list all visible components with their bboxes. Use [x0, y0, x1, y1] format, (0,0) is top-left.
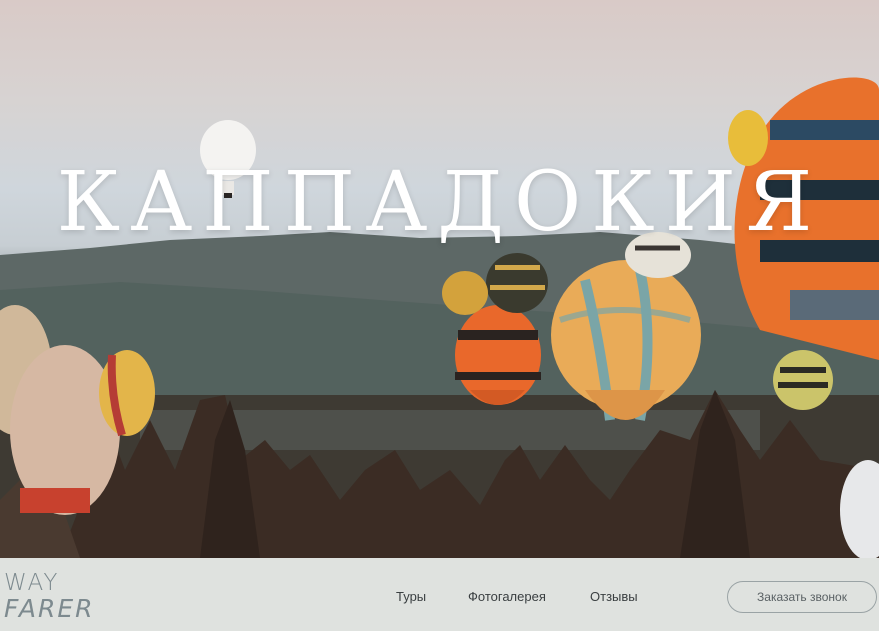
balloon-red-striped — [455, 305, 541, 405]
nav-item-reviews[interactable]: Отзывы — [590, 589, 638, 604]
wayfarer-logo[interactable]: WAY FARER — [4, 570, 124, 628]
hero-background-image — [0, 77, 879, 558]
balloon-small-yellow — [442, 271, 488, 315]
hero-section: КАППАДОКИЯ — [0, 0, 879, 558]
order-call-button[interactable]: Заказать звонок — [727, 581, 877, 613]
hero-title: КАППАДОКИЯ — [56, 155, 823, 250]
nav-item-tours[interactable]: Туры — [396, 589, 426, 604]
balloon-black-gold — [486, 253, 548, 313]
balloon-green-yellow — [773, 350, 833, 410]
logo-line-2: FARER — [4, 594, 95, 623]
logo-line-1: WAY — [4, 570, 60, 596]
nav-item-gallery[interactable]: Фотогалерея — [468, 589, 546, 604]
balloon-rainbow — [99, 350, 155, 437]
